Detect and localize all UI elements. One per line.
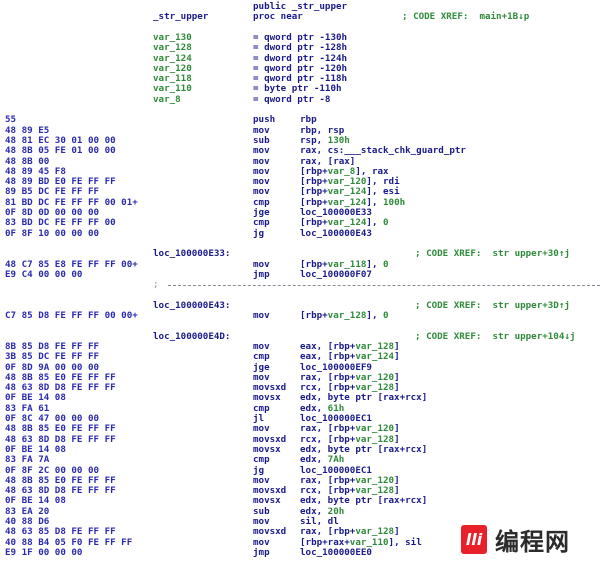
instruction-mnemonic: cmp	[253, 454, 270, 466]
operand-text: loc_100000F07	[300, 268, 372, 280]
disassembly-listing: public _str_upper _str_upper proc near ;…	[0, 0, 600, 562]
instruction-operands: loc_100000EE0	[300, 546, 372, 558]
operand-text: loc_100000E43	[300, 227, 372, 239]
location-label[interactable]: loc_100000E43:	[153, 300, 230, 311]
opcode-bytes: 3B 85 DC FE FF FF	[5, 351, 100, 363]
proc-declaration: proc near	[253, 11, 303, 23]
instruction-mnemonic: jg	[253, 227, 265, 239]
operand-symbol[interactable]: 0	[383, 310, 389, 321]
opcode-bytes: E9 1F 00 00 00	[5, 546, 83, 558]
variable-row: var_128 = dword ptr -128h	[0, 42, 600, 54]
operand-text: loc_100000EE0	[300, 546, 372, 558]
variable-definition: = dword ptr -128h	[253, 42, 348, 54]
instruction-operands: loc_100000E43	[300, 227, 372, 239]
operand-symbol[interactable]: 0	[383, 259, 389, 270]
operand-text: ]	[394, 351, 400, 363]
instruction-mnemonic: cmp	[253, 351, 270, 363]
instruction-mnemonic: jmp	[253, 268, 270, 280]
opcode-bytes: C7 85 D8 FE FF FF 00 00+	[5, 310, 138, 321]
location-label[interactable]: loc_100000E33:	[153, 248, 230, 259]
separator-dashed-line	[168, 285, 600, 287]
separator-semicolon: ;	[153, 279, 159, 291]
xref-comment[interactable]: ; CODE XREF: main+1B↓p	[402, 11, 529, 22]
operand-text: [rbp+	[300, 310, 328, 321]
variable-name[interactable]: var_128	[153, 42, 192, 53]
proc-label[interactable]: _str_upper	[153, 11, 208, 22]
operand-text: ],	[366, 310, 384, 321]
operand-symbol[interactable]: 0	[383, 217, 389, 228]
xref-comment[interactable]: ; CODE XREF: str upper+104↓j	[415, 331, 575, 342]
proc-declaration-row[interactable]: _str_upper proc near ; CODE XREF: main+1…	[0, 11, 600, 23]
opcode-bytes: 83 FA 7A	[5, 454, 50, 466]
variable-name[interactable]: var_8	[153, 94, 181, 105]
instruction-mnemonic: jmp	[253, 546, 270, 558]
opcode-bytes: 48 8B 05 FE 01 00 00	[5, 145, 116, 157]
operand-text: ], sil	[388, 536, 422, 548]
watermark-site-name: 编程网	[495, 527, 570, 556]
watermark-logo-icon: lli	[461, 524, 487, 554]
function-separator: ;	[0, 279, 600, 291]
instruction-operands: loc_100000F07	[300, 268, 372, 280]
opcode-bytes: 0F 8F 10 00 00 00	[5, 227, 100, 239]
instruction-row[interactable]: C7 85 D8 FE FF FF 00 00+ mov [rbp+var_128]…	[0, 310, 600, 321]
variable-definition: = qword ptr -8	[253, 93, 331, 105]
instruction-row[interactable]: E9 C4 00 00 00 jmp loc_100000F07	[0, 268, 600, 280]
instruction-mnemonic: mov	[253, 310, 270, 321]
instruction-operands: [rbp+var_128], 0	[300, 310, 389, 321]
operand-symbol[interactable]: 100h	[383, 197, 405, 208]
variable-row: var_8 = qword ptr -8	[0, 93, 600, 105]
xref-comment[interactable]: ; CODE XREF: str upper+30↑j	[415, 248, 570, 259]
opcode-bytes: E9 C4 00 00 00	[5, 268, 83, 280]
operand-symbol[interactable]: var_128	[328, 310, 367, 321]
instruction-mnemonic: mov	[253, 145, 270, 157]
xref-comment[interactable]: ; CODE XREF: str upper+3D↑j	[415, 300, 570, 311]
watermark: lli 编程网	[461, 519, 599, 559]
instruction-row[interactable]: 0F 8F 10 00 00 00 jg loc_100000E43	[0, 227, 600, 239]
location-label[interactable]: loc_100000E4D:	[153, 331, 230, 342]
